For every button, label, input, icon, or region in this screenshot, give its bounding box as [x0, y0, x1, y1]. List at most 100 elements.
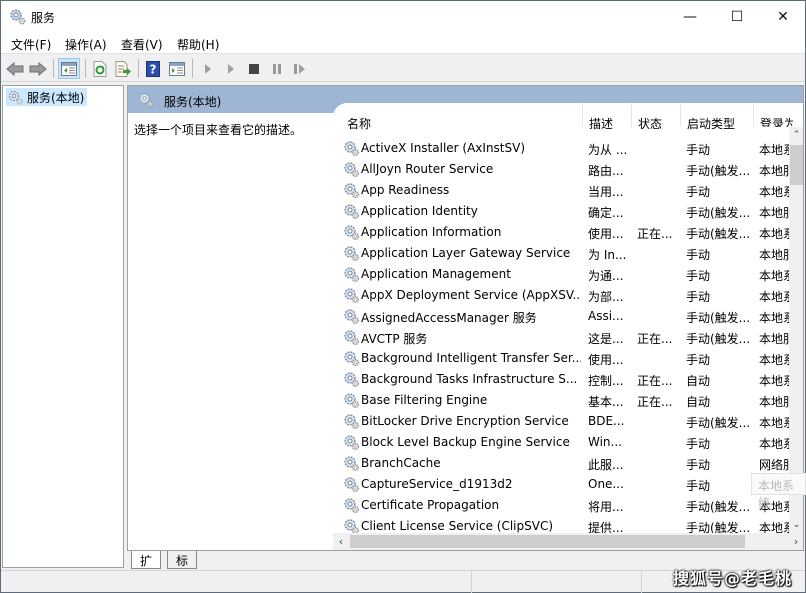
service-gear-icon [344, 477, 359, 492]
stop-service-button[interactable] [243, 58, 265, 79]
export-list-button[interactable] [112, 58, 134, 79]
service-row[interactable]: Background Tasks Infrastructure S... 控制..… [333, 369, 791, 390]
service-row[interactable]: AppX Deployment Service (AppXSV... 为部... 手… [333, 285, 791, 306]
forward-button[interactable] [27, 58, 49, 79]
minimize-button[interactable]: — [667, 1, 713, 32]
tab-standard[interactable]: 标准 [167, 551, 198, 585]
service-startup-type: 手动 [686, 290, 711, 304]
scroll-down-icon[interactable]: ⌄ [789, 517, 803, 533]
service-name: Application Layer Gateway Service [361, 246, 571, 260]
service-startup-type: 手动 [686, 248, 711, 262]
start-service-alt-button[interactable] [220, 58, 242, 79]
service-name: BranchCache [361, 456, 441, 470]
show-hide-console-tree-button[interactable] [58, 58, 80, 79]
service-row[interactable]: Background Intelligent Transfer Ser... 使用… [333, 348, 791, 369]
service-row[interactable]: Application Management 为通... 手动 本地系 [333, 264, 791, 285]
pause-service-button[interactable] [266, 58, 288, 79]
service-startup-type: 手动(触发... [686, 416, 751, 430]
service-status: 正在... [637, 395, 673, 409]
service-row[interactable]: Application Layer Gateway Service 为 In...… [333, 243, 791, 264]
service-gear-icon [344, 141, 359, 156]
service-row[interactable]: AllJoyn Router Service 路由... 手动(触发... 本地服 [333, 159, 791, 180]
resume-service-button[interactable] [289, 58, 311, 79]
service-name: AppX Deployment Service (AppXSV... [361, 288, 581, 302]
service-logon-as: 网络服 [759, 458, 791, 472]
service-row[interactable]: Block Level Backup Engine Service Win... 手… [333, 432, 791, 453]
action-pane-icon [169, 61, 185, 76]
horizontal-scroll-thumb[interactable] [350, 535, 745, 548]
service-description: 为从 ... [588, 143, 628, 157]
menu-help[interactable]: 帮助(H) [177, 36, 219, 53]
scroll-left-icon[interactable]: ‹ [333, 533, 349, 550]
service-logon-as: 本地服 [759, 206, 791, 220]
service-logon-as: 本地系 [759, 311, 791, 325]
service-startup-type: 手动 [686, 437, 711, 451]
service-logon-as: 本地系 [759, 269, 791, 283]
service-description: 当用... [588, 185, 624, 199]
service-row[interactable]: BranchCache 此服... 手动 网络服 [333, 453, 791, 474]
service-status: 正在... [637, 227, 673, 241]
vertical-scroll-thumb[interactable] [790, 145, 803, 185]
service-row[interactable]: BitLocker Drive Encryption Service BDE...… [333, 411, 791, 432]
column-header-description[interactable]: 描述 [582, 103, 632, 130]
column-header-name[interactable]: ^ 名称 [333, 103, 583, 130]
status-bar-divider [471, 571, 472, 593]
service-description: BDE... [588, 414, 625, 428]
close-button[interactable]: ✕ [760, 1, 806, 32]
menu-file[interactable]: 文件(F) [11, 36, 51, 53]
service-description: 基本... [588, 395, 624, 409]
service-row[interactable]: Application Identity 确定... 手动(触发... 本地服 [333, 201, 791, 222]
scroll-right-icon[interactable]: › [788, 533, 803, 550]
refresh-button[interactable] [89, 58, 111, 79]
service-description: One... [588, 477, 624, 491]
tree-item-services-local[interactable]: 服务(本地) [6, 88, 88, 106]
service-name: Block Level Backup Engine Service [361, 435, 570, 449]
play-icon [205, 63, 211, 74]
horizontal-scrollbar[interactable]: ‹ › [333, 533, 803, 550]
service-name: Background Intelligent Transfer Ser... [361, 351, 581, 365]
svg-text:?: ? [150, 62, 157, 76]
service-startup-type: 自动 [686, 374, 711, 388]
service-logon-as: 本地服 [759, 395, 791, 409]
service-name: Background Tasks Infrastructure S... [361, 372, 578, 386]
tab-extended[interactable]: 扩展 [131, 551, 162, 585]
column-header-logon-as[interactable]: 登录为 [753, 103, 793, 127]
service-description: 为 In... [588, 248, 627, 262]
menu-action[interactable]: 操作(A) [65, 36, 107, 53]
service-row[interactable]: AssignedAccessManager 服务 Assi... 手动(触发... 本… [333, 306, 791, 327]
help-button[interactable]: ? [142, 58, 164, 79]
service-name: ActiveX Installer (AxInstSV) [361, 141, 526, 155]
pause-icon [273, 63, 281, 74]
menu-view[interactable]: 查看(V) [121, 36, 163, 53]
services-window: 服务 — ☐ ✕ 文件(F) 操作(A) 查看(V) 帮助(H) ? 服务(本地… [0, 0, 806, 593]
service-startup-type: 自动 [686, 395, 711, 409]
service-row[interactable]: Application Information 使用... 正在... 手动(触发..… [333, 222, 791, 243]
toolbar-separator [85, 59, 86, 78]
services-gear-icon [139, 93, 153, 107]
service-row[interactable]: Base Filtering Engine 基本... 正在... 自动 本地服 [333, 390, 791, 411]
back-button[interactable] [4, 58, 26, 79]
maximize-button[interactable]: ☐ [714, 1, 760, 32]
service-startup-type: 手动 [686, 269, 711, 283]
service-row[interactable]: App Readiness 当用... 手动 本地系 [333, 180, 791, 201]
service-row[interactable]: CaptureService_d1913d2One...手动本地系 [333, 474, 791, 495]
toolbar-separator [53, 59, 54, 78]
column-header-startup-type[interactable]: 启动类型 [680, 103, 753, 130]
service-logon-as: 本地系 [759, 185, 791, 199]
service-row[interactable]: AVCTP 服务 这是... 正在... 手动(触发... 本地服 [333, 327, 791, 348]
console-tree-pane: 服务(本地) [2, 85, 124, 568]
service-row[interactable]: ActiveX Installer (AxInstSV) 为从 ... 手动 本地系 [333, 138, 791, 159]
start-service-button[interactable] [197, 58, 219, 79]
show-hide-action-pane-button[interactable] [166, 58, 188, 79]
service-name: Certificate Propagation [361, 498, 500, 512]
export-list-icon [115, 60, 131, 77]
help-icon: ? [146, 60, 160, 77]
resume-icon [294, 63, 305, 74]
tooltip: 本地系统 [751, 473, 806, 510]
services-list: ^ 名称 描述 状态 启动类型 登录为 ActiveX Installer (A… [333, 103, 803, 550]
scroll-up-icon[interactable]: ⌃ [789, 127, 803, 143]
service-description: 使用... [588, 353, 624, 367]
column-header-status[interactable]: 状态 [631, 103, 680, 130]
service-logon-as: 本地系 [759, 374, 791, 388]
service-row[interactable]: Certificate Propagation将用...手动(触发...本地系 [333, 495, 791, 516]
